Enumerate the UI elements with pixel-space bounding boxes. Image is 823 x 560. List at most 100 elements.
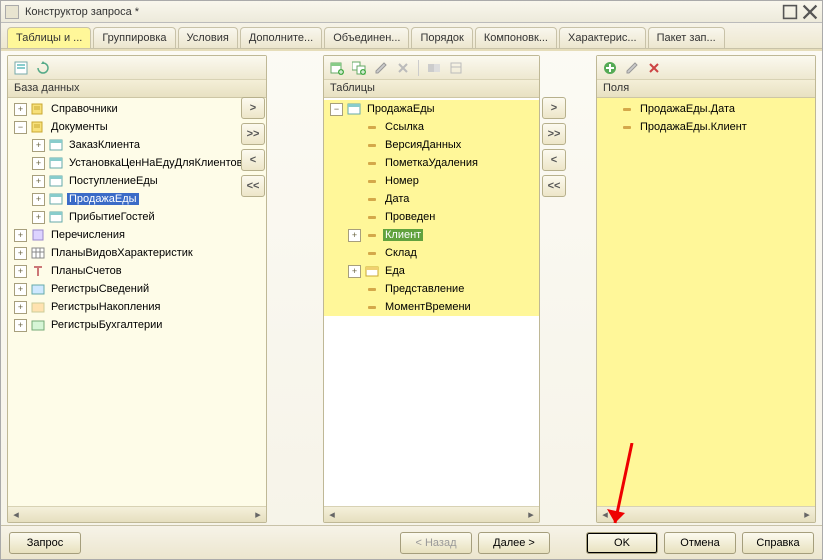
help-button[interactable]: Справка	[742, 532, 814, 554]
query-button[interactable]: Запрос	[9, 532, 81, 554]
tree-row[interactable]: +РегистрыСведений	[8, 280, 266, 298]
window-close-button[interactable]	[802, 5, 818, 19]
book-icon	[31, 103, 45, 115]
expand-icon[interactable]: +	[32, 157, 45, 170]
scroll-right-icon[interactable]: ▸	[252, 509, 264, 521]
fields-tree[interactable]: ПродажаЕды.Дата ПродажаЕды.Клиент	[597, 98, 815, 506]
database-tree[interactable]: +Справочники−Документы+ЗаказКлиента+Уста…	[8, 98, 266, 506]
edit-field-button[interactable]	[623, 59, 641, 77]
refresh-button[interactable]	[34, 59, 52, 77]
tree-row[interactable]: Проведен	[324, 208, 539, 226]
next-button[interactable]: Далее >	[478, 532, 550, 554]
tree-row[interactable]: +Справочники	[8, 100, 266, 118]
expand-icon[interactable]: +	[14, 265, 27, 278]
tab-1[interactable]: Группировка	[93, 27, 175, 48]
expand-icon[interactable]: +	[348, 229, 361, 242]
window-maximize-button[interactable]	[782, 5, 798, 19]
reg3-icon	[31, 319, 45, 331]
move-right-button[interactable]: >	[241, 97, 265, 119]
tree-row[interactable]: ПометкаУдаления	[324, 154, 539, 172]
expand-icon[interactable]: +	[14, 301, 27, 314]
move-right-button[interactable]: >	[542, 97, 566, 119]
tab-5[interactable]: Порядок	[411, 27, 472, 48]
edit-table-button[interactable]	[372, 59, 390, 77]
expand-icon[interactable]: +	[32, 193, 45, 206]
tree-row-label: Склад	[383, 247, 419, 259]
replace-table-button[interactable]	[425, 59, 443, 77]
temp-table-button[interactable]	[447, 59, 465, 77]
move-all-left-button[interactable]: <<	[542, 175, 566, 197]
delete-field-button[interactable]	[645, 59, 663, 77]
database-scrollbar[interactable]: ◂ ▸	[8, 506, 266, 522]
expand-icon[interactable]: +	[32, 175, 45, 188]
tree-row[interactable]: Номер	[324, 172, 539, 190]
tab-7[interactable]: Характерис...	[559, 27, 646, 48]
tab-6[interactable]: Компоновк...	[475, 27, 557, 48]
add-field-button[interactable]	[601, 59, 619, 77]
tab-3[interactable]: Дополните...	[240, 27, 322, 48]
tree-row[interactable]: −ПродажаЕды	[324, 100, 539, 118]
tree-row[interactable]: − Документы	[8, 118, 266, 136]
expand-icon[interactable]: +	[32, 211, 45, 224]
tree-row[interactable]: +ЗаказКлиента	[8, 136, 266, 154]
add-table-button[interactable]	[328, 59, 346, 77]
expand-icon[interactable]: +	[14, 229, 27, 242]
tree-row[interactable]: Представление	[324, 280, 539, 298]
tables-tree[interactable]: −ПродажаЕдыСсылка ВерсияДанных ПометкаУдал…	[324, 98, 539, 506]
add-nested-button[interactable]	[350, 59, 368, 77]
tree-row-label: ПродажаЕды.Дата	[638, 103, 737, 115]
tab-4[interactable]: Объединен...	[324, 27, 409, 48]
expand-icon[interactable]: +	[32, 139, 45, 152]
move-left-button[interactable]: <	[542, 149, 566, 171]
move-all-right-button[interactable]: >>	[241, 123, 265, 145]
tree-row-label: ВерсияДанных	[383, 139, 463, 151]
expand-icon[interactable]: +	[14, 103, 27, 116]
expand-icon[interactable]: +	[14, 247, 27, 260]
tree-row[interactable]: ПродажаЕды.Дата	[597, 100, 815, 118]
tree-row[interactable]: +ПрибытиеГостей	[8, 208, 266, 226]
tree-row[interactable]: + УстановкаЦенНаЕдуДляКлиентов	[8, 154, 266, 172]
tree-row-label: УстановкаЦенНаЕдуДляКлиентов	[67, 157, 245, 169]
move-all-right-button[interactable]: >>	[542, 123, 566, 145]
tree-row[interactable]: МоментВремени	[324, 298, 539, 316]
scroll-right-icon[interactable]: ▸	[801, 509, 813, 521]
scroll-left-icon[interactable]: ◂	[10, 509, 22, 521]
expand-icon[interactable]: +	[14, 283, 27, 296]
tree-row[interactable]: ПродажаЕды.Клиент	[597, 118, 815, 136]
tree-row[interactable]: +Перечисления	[8, 226, 266, 244]
scroll-right-icon[interactable]: ▸	[525, 509, 537, 521]
scroll-left-icon[interactable]: ◂	[326, 509, 338, 521]
move-left-button[interactable]: <	[241, 149, 265, 171]
tree-row[interactable]: +Клиент	[324, 226, 539, 244]
tree-row-label: Документы	[49, 121, 110, 133]
tree-row[interactable]: Ссылка	[324, 118, 539, 136]
nested-tables-button[interactable]	[12, 59, 30, 77]
tree-row[interactable]: Дата	[324, 190, 539, 208]
tab-2[interactable]: Условия	[178, 27, 238, 48]
tab-0[interactable]: Таблицы и ...	[7, 27, 91, 48]
expand-icon[interactable]: +	[348, 265, 361, 278]
tree-row[interactable]: +РегистрыНакопления	[8, 298, 266, 316]
tab-8[interactable]: Пакет зап...	[648, 27, 725, 48]
tree-row[interactable]: +ПоступлениеЕды	[8, 172, 266, 190]
tree-row[interactable]: ВерсияДанных	[324, 136, 539, 154]
tables-scrollbar[interactable]: ◂ ▸	[324, 506, 539, 522]
fields-scrollbar[interactable]: ◂ ▸	[597, 506, 815, 522]
collapse-icon[interactable]: −	[14, 121, 27, 134]
collapse-icon[interactable]: −	[330, 103, 343, 116]
cancel-button[interactable]: Отмена	[664, 532, 736, 554]
tree-row[interactable]: + ПланыСчетов	[8, 262, 266, 280]
tree-row[interactable]: + ПланыВидовХарактеристик	[8, 244, 266, 262]
tree-row[interactable]: +ПродажаЕды	[8, 190, 266, 208]
tree-row[interactable]: +Еда	[324, 262, 539, 280]
field-icon	[365, 229, 379, 241]
tree-row[interactable]: +РегистрыБухгалтерии	[8, 316, 266, 334]
tree-row-label: ПланыВидовХарактеристик	[49, 247, 195, 259]
delete-table-button[interactable]	[394, 59, 412, 77]
tree-row-label: ПланыСчетов	[49, 265, 124, 277]
scroll-left-icon[interactable]: ◂	[599, 509, 611, 521]
ok-button[interactable]: OK	[586, 532, 658, 554]
tree-row[interactable]: Склад	[324, 244, 539, 262]
move-all-left-button[interactable]: <<	[241, 175, 265, 197]
expand-icon[interactable]: +	[14, 319, 27, 332]
